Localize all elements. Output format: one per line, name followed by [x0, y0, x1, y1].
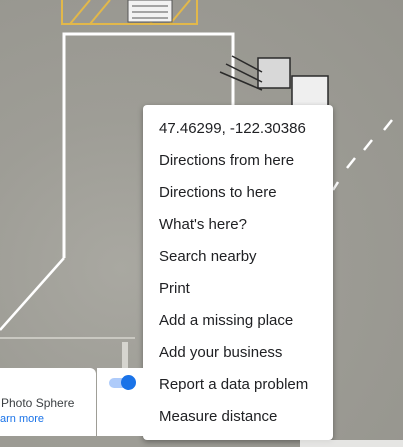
menu-item-search-nearby[interactable]: Search nearby: [143, 241, 333, 273]
photo-sphere-toggle-card: [97, 368, 143, 436]
photo-sphere-title: Photo Sphere: [1, 396, 75, 410]
menu-item-add-business[interactable]: Add your business: [143, 337, 333, 369]
dashed-line: [331, 119, 393, 191]
menu-item-directions-to[interactable]: Directions to here: [143, 177, 333, 209]
menu-item-report-problem[interactable]: Report a data problem: [143, 369, 333, 401]
menu-item-measure-distance[interactable]: Measure distance: [143, 401, 333, 433]
toggle-knob[interactable]: [121, 375, 136, 390]
context-menu: 47.46299, -122.30386 Directions from her…: [143, 105, 333, 440]
menu-item-whats-here[interactable]: What's here?: [143, 209, 333, 241]
parked-vehicle: [127, 0, 173, 23]
photo-sphere-card: Photo Sphere arn more: [0, 368, 96, 436]
menu-item-directions-from[interactable]: Directions from here: [143, 145, 333, 177]
scale-bar: [300, 440, 403, 447]
menu-item-add-missing-place[interactable]: Add a missing place: [143, 305, 333, 337]
painted-line: [0, 257, 65, 331]
coordinates-item[interactable]: 47.46299, -122.30386: [143, 113, 333, 145]
menu-item-print[interactable]: Print: [143, 273, 333, 305]
airport-stairs: [219, 55, 329, 107]
learn-more-link[interactable]: arn more: [0, 413, 44, 425]
